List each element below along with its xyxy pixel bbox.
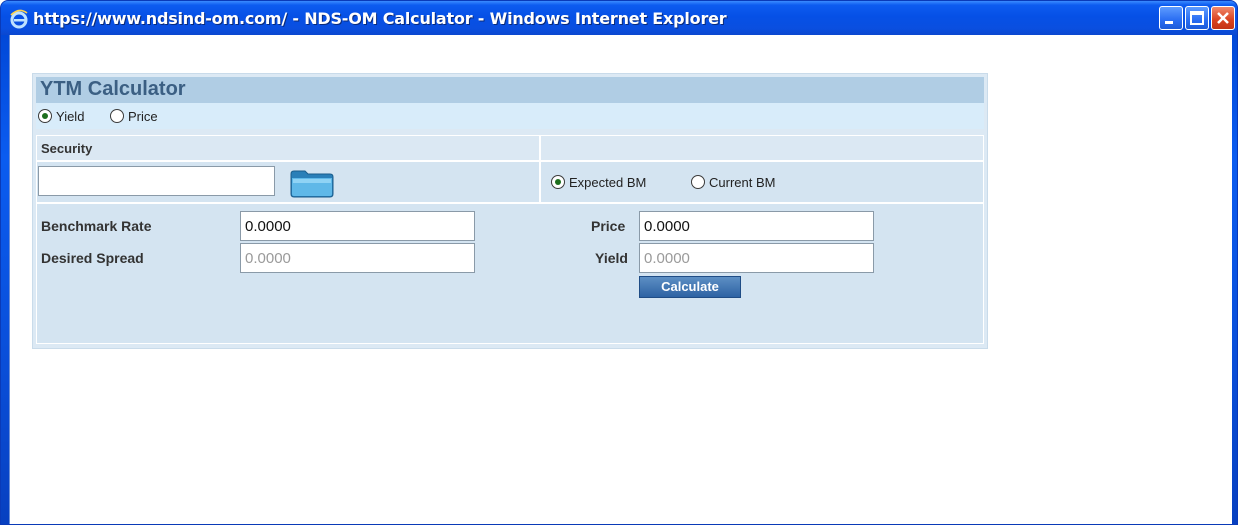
maximize-icon — [1190, 11, 1204, 25]
minimize-button[interactable] — [1159, 6, 1183, 30]
close-button[interactable] — [1211, 6, 1235, 30]
yield-radio-label: Yield — [56, 109, 85, 124]
mode-selector: Yield Price — [36, 103, 984, 129]
close-icon — [1217, 12, 1229, 24]
security-header-right-cell — [540, 135, 984, 161]
yield-radio[interactable] — [38, 109, 52, 123]
browser-content: YTM Calculator Yield Price Security Expe… — [9, 35, 1232, 524]
window-title: https://www.ndsind-om.com/ - NDS-OM Calc… — [33, 9, 727, 28]
price-radio[interactable] — [110, 109, 124, 123]
internet-explorer-icon — [10, 9, 28, 29]
desired-spread-input[interactable] — [240, 243, 475, 273]
folder-icon[interactable] — [289, 168, 335, 198]
browser-window: https://www.ndsind-om.com/ - NDS-OM Calc… — [0, 0, 1238, 525]
benchmark-rate-label: Benchmark Rate — [41, 218, 152, 234]
expected-bm-radio[interactable] — [551, 175, 565, 189]
security-input-cell — [36, 161, 540, 203]
price-radio-label: Price — [128, 109, 158, 124]
security-input[interactable] — [38, 166, 275, 196]
expected-bm-label: Expected BM — [569, 175, 647, 190]
yield-input[interactable] — [639, 243, 874, 273]
current-bm-radio[interactable] — [691, 175, 705, 189]
current-bm-label: Current BM — [709, 175, 776, 190]
title-bar[interactable]: https://www.ndsind-om.com/ - NDS-OM Calc… — [1, 1, 1237, 35]
panel-header: YTM Calculator — [36, 77, 984, 103]
panel-title: YTM Calculator — [40, 78, 186, 100]
yield-label: Yield — [595, 250, 628, 266]
price-input[interactable] — [639, 211, 874, 241]
ytm-calculator-panel: YTM Calculator Yield Price Security Expe… — [32, 73, 988, 349]
maximize-button[interactable] — [1185, 6, 1209, 30]
benchmark-rate-input[interactable] — [240, 211, 475, 241]
security-label: Security — [41, 141, 93, 156]
minimize-icon — [1165, 21, 1173, 24]
fields-block: Benchmark Rate Desired Spread Price Yiel… — [36, 203, 984, 344]
security-header-cell: Security — [36, 135, 540, 161]
benchmark-option-cell: Expected BM Current BM — [540, 161, 984, 203]
price-label: Price — [591, 218, 626, 234]
desired-spread-label: Desired Spread — [41, 250, 144, 266]
calculate-button[interactable]: Calculate — [639, 276, 741, 298]
